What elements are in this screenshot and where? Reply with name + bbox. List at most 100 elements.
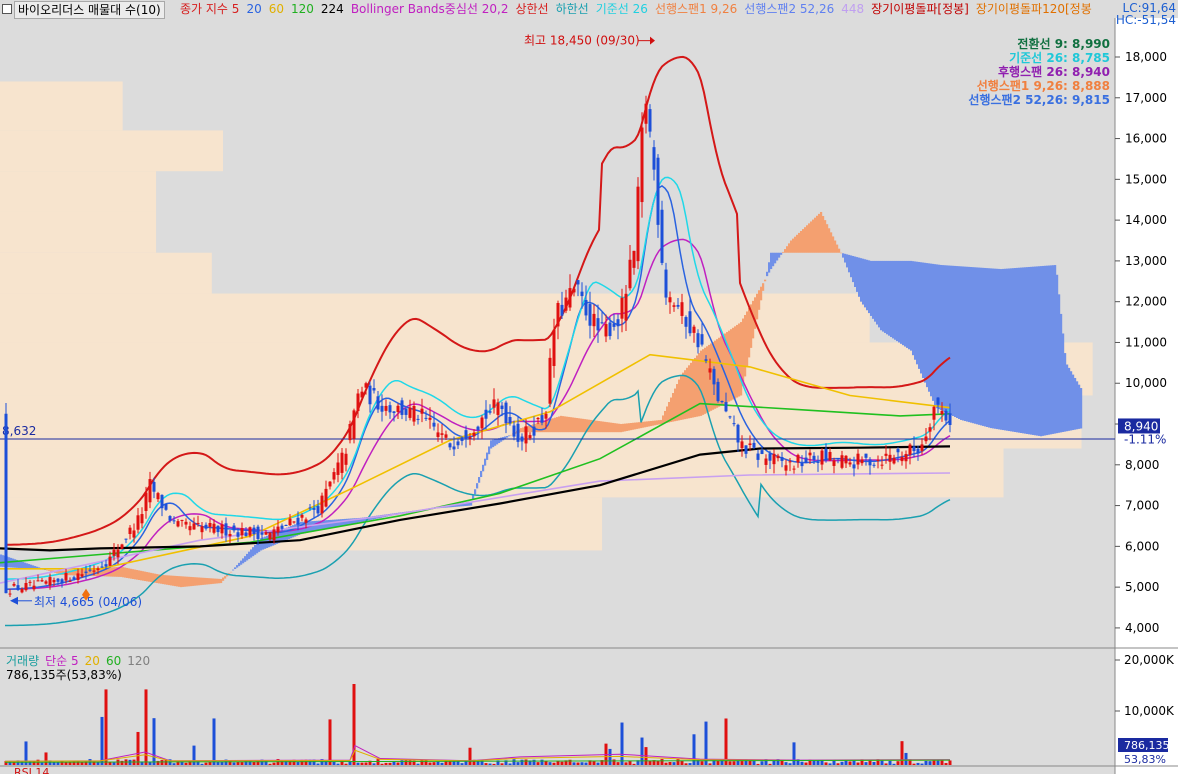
ichimoku-cloud-slice: [720, 336, 723, 406]
ichimoku-cloud-slice: [20, 561, 23, 569]
ichimoku-cloud-slice: [1040, 266, 1043, 437]
candle-body: [400, 400, 404, 415]
ichimoku-cloud-slice: [982, 267, 985, 426]
legend-item[interactable]: 장기이평돌파[정봉]: [871, 2, 969, 16]
ichimoku-cloud-slice: [658, 420, 661, 425]
ichimoku-cloud-slice: [728, 330, 731, 402]
ichimoku-readout-line: 선행스팬2 52,26: 9,815: [968, 92, 1110, 107]
legend-item[interactable]: 120: [291, 2, 314, 16]
legend-item[interactable]: 224: [321, 2, 344, 16]
volume-bar: [576, 762, 580, 765]
candle-body: [232, 525, 236, 531]
chart-settings-icon[interactable]: [2, 4, 12, 14]
candle-body: [308, 507, 312, 509]
ichimoku-cloud-slice: [490, 440, 493, 449]
volume-bar: [936, 760, 940, 765]
candle-body: [920, 444, 924, 451]
ichimoku-cloud-slice: [1062, 333, 1065, 432]
volume-bar: [388, 762, 392, 765]
ichimoku-cloud-slice: [1030, 266, 1033, 435]
legend-item[interactable]: 상한선: [515, 2, 548, 16]
candle-body: [784, 465, 788, 471]
candle-body: [880, 464, 884, 466]
legend-item[interactable]: 종가 지수 5: [180, 2, 239, 16]
candle-body: [52, 580, 56, 583]
ichimoku-cloud-slice: [620, 424, 623, 433]
candle-body: [96, 568, 100, 570]
volume-bar: [376, 759, 380, 765]
candle-body: [532, 426, 536, 436]
ichimoku-cloud-slice: [784, 249, 787, 253]
legend-item[interactable]: 448: [841, 2, 864, 16]
ichimoku-cloud-slice: [646, 421, 649, 427]
volume-bar: [144, 689, 148, 765]
candle-body: [512, 425, 516, 437]
ichimoku-cloud-slice: [1060, 313, 1063, 433]
candle-body: [340, 452, 344, 473]
ichimoku-cloud-slice: [582, 418, 585, 433]
ichimoku-cloud-slice: [594, 420, 597, 433]
legend-item[interactable]: 선행스팬2 52,26: [744, 2, 834, 16]
candle-body: [828, 451, 832, 461]
ichimoku-cloud-slice: [522, 427, 525, 433]
ichimoku-cloud-slice: [1064, 353, 1067, 432]
ichimoku-cloud-slice: [1044, 265, 1047, 436]
candle-body: [104, 564, 108, 567]
legend-item[interactable]: 하한선: [556, 2, 589, 16]
legend-item[interactable]: Bollinger Bands중심선 20,2: [351, 2, 509, 16]
ichimoku-cloud-slice: [176, 575, 179, 587]
candle-body: [916, 448, 920, 454]
candle-body: [928, 427, 932, 432]
ichimoku-cloud-slice: [130, 568, 133, 579]
volume-bar: [884, 763, 888, 765]
candle-body: [416, 418, 420, 420]
legend-item[interactable]: 기준선 26: [596, 2, 648, 16]
ichimoku-cloud-slice: [344, 518, 347, 526]
ichimoku-cloud-slice: [1080, 388, 1083, 429]
candle-body: [800, 462, 804, 467]
candle-body: [796, 454, 800, 463]
candle-body: [708, 368, 712, 373]
candle-body: [252, 527, 256, 535]
indicator-legend: 종가 지수 5 20 60 120 224 Bollinger Bands중심선 20,2…: [180, 1, 1099, 17]
ichimoku-cloud-slice: [560, 415, 563, 433]
ichimoku-cloud-slice: [26, 563, 29, 569]
ichimoku-cloud-slice: [1010, 268, 1013, 432]
ichimoku-cloud-slice: [644, 421, 647, 428]
volume-bar: [828, 763, 832, 765]
volume-bar: [612, 759, 616, 765]
ichimoku-cloud-slice: [168, 575, 171, 586]
y-tick-label: 4,000: [1125, 621, 1159, 635]
ichimoku-cloud-slice: [488, 446, 491, 455]
ichimoku-cloud-slice: [554, 417, 557, 433]
ichimoku-cloud-slice: [246, 553, 249, 561]
ichimoku-cloud-slice: [1020, 267, 1023, 433]
legend-item[interactable]: 선행스팬1 9,26: [655, 2, 737, 16]
ichimoku-cloud-slice: [178, 576, 181, 587]
legend-item[interactable]: 60: [269, 2, 284, 16]
candle-body: [80, 574, 84, 577]
candle-body: [896, 448, 900, 453]
candle-body: [208, 522, 212, 527]
legend-item[interactable]: 20: [246, 2, 261, 16]
candle-body: [436, 432, 440, 437]
volume-bar: [492, 763, 496, 765]
change-tag-label: -1.11%: [1124, 432, 1166, 446]
volume-legend-item[interactable]: 120: [127, 654, 150, 668]
ichimoku-cloud-slice: [896, 260, 899, 342]
candle-body: [856, 453, 860, 465]
legend-item[interactable]: 장기이평돌파120[정봉: [976, 2, 1092, 16]
volume-bar: [624, 762, 628, 765]
candle-body: [636, 186, 640, 262]
ichimoku-cloud-slice: [618, 423, 621, 433]
candle-body: [180, 519, 184, 521]
ichimoku-cloud-slice: [894, 260, 897, 340]
ichimoku-cloud-slice: [788, 243, 791, 253]
candle-body: [648, 109, 652, 132]
candle-body: [124, 538, 128, 540]
chart-title[interactable]: 바이오리더스 매물대 수(10): [14, 1, 165, 19]
candle-body: [28, 581, 32, 583]
candle-body: [888, 454, 892, 462]
candle-body: [184, 521, 188, 525]
ichimoku-cloud-slice: [952, 265, 955, 417]
